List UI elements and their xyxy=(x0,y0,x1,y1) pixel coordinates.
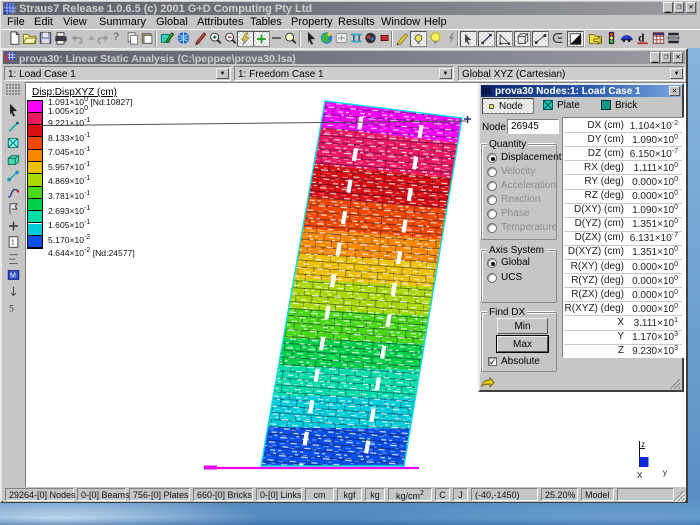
svg-text:z: z xyxy=(641,440,645,449)
svg-text:X: X xyxy=(637,471,643,480)
svg-text:y: y xyxy=(663,468,667,477)
svg-text:M: M xyxy=(10,273,16,280)
svg-text:5: 5 xyxy=(9,304,14,315)
svg-text:1: 1 xyxy=(11,240,15,247)
